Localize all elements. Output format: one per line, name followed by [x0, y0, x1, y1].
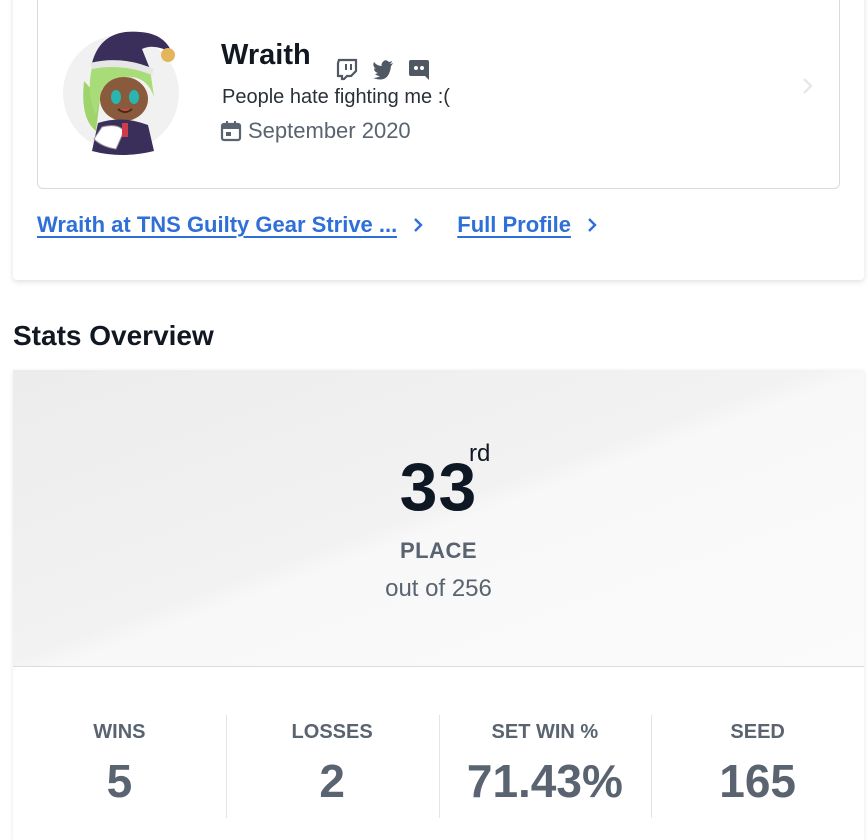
- stat-set-win-percent: SET WIN % 71.43%: [438, 715, 652, 825]
- stat-label: LOSSES: [291, 721, 373, 743]
- joined-text: September 2020: [248, 118, 411, 143]
- entrant-count: out of 256: [385, 575, 492, 602]
- full-profile-link[interactable]: Full Profile: [457, 212, 571, 238]
- placement-suffix: rd: [469, 440, 491, 467]
- profile-panel: Wraith People hate fighting me :( Septem…: [13, 0, 864, 280]
- player-bio: People hate fighting me :(: [222, 86, 450, 108]
- stat-label: SEED: [730, 721, 785, 743]
- profile-links: Wraith at TNS Guilty Gear Strive ... Ful…: [37, 212, 631, 238]
- placement-card: 33 rd PLACE out of 256: [13, 370, 864, 667]
- chevron-right-icon[interactable]: [411, 216, 425, 234]
- profile-card[interactable]: Wraith People hate fighting me :( Septem…: [37, 0, 840, 189]
- place-label: PLACE: [399, 538, 478, 563]
- chevron-right-icon[interactable]: [801, 76, 815, 96]
- chevron-right-icon[interactable]: [585, 216, 599, 234]
- avatar: [63, 31, 179, 155]
- event-profile-link[interactable]: Wraith at TNS Guilty Gear Strive ...: [37, 212, 397, 238]
- placement-rank: 33: [13, 448, 864, 526]
- joined-date: September 2020: [220, 118, 411, 144]
- stat-seed: SEED 165: [651, 715, 864, 825]
- twitch-icon[interactable]: [335, 57, 359, 81]
- stat-value: 5: [106, 755, 133, 807]
- stats-panel: 33 rd PLACE out of 256 WINS 5 LOSSES 2 S…: [13, 370, 864, 840]
- stat-value: 165: [719, 755, 796, 807]
- stat-label: WINS: [93, 721, 146, 743]
- stat-label: SET WIN %: [491, 721, 599, 743]
- stat-row: WINS 5 LOSSES 2 SET WIN % 71.43% SEED 16…: [13, 715, 864, 825]
- calendar-icon: [220, 121, 242, 142]
- stat-losses: LOSSES 2: [225, 715, 439, 825]
- social-links: [335, 57, 431, 81]
- stat-value: 71.43%: [466, 755, 623, 807]
- section-title: Stats Overview: [13, 320, 214, 351]
- twitter-icon[interactable]: [371, 57, 395, 81]
- stat-wins: WINS 5: [13, 715, 226, 825]
- stat-value: 2: [319, 755, 345, 807]
- placement-number: 33: [399, 449, 478, 525]
- discord-icon[interactable]: [407, 57, 431, 81]
- player-name: Wraith: [221, 39, 311, 71]
